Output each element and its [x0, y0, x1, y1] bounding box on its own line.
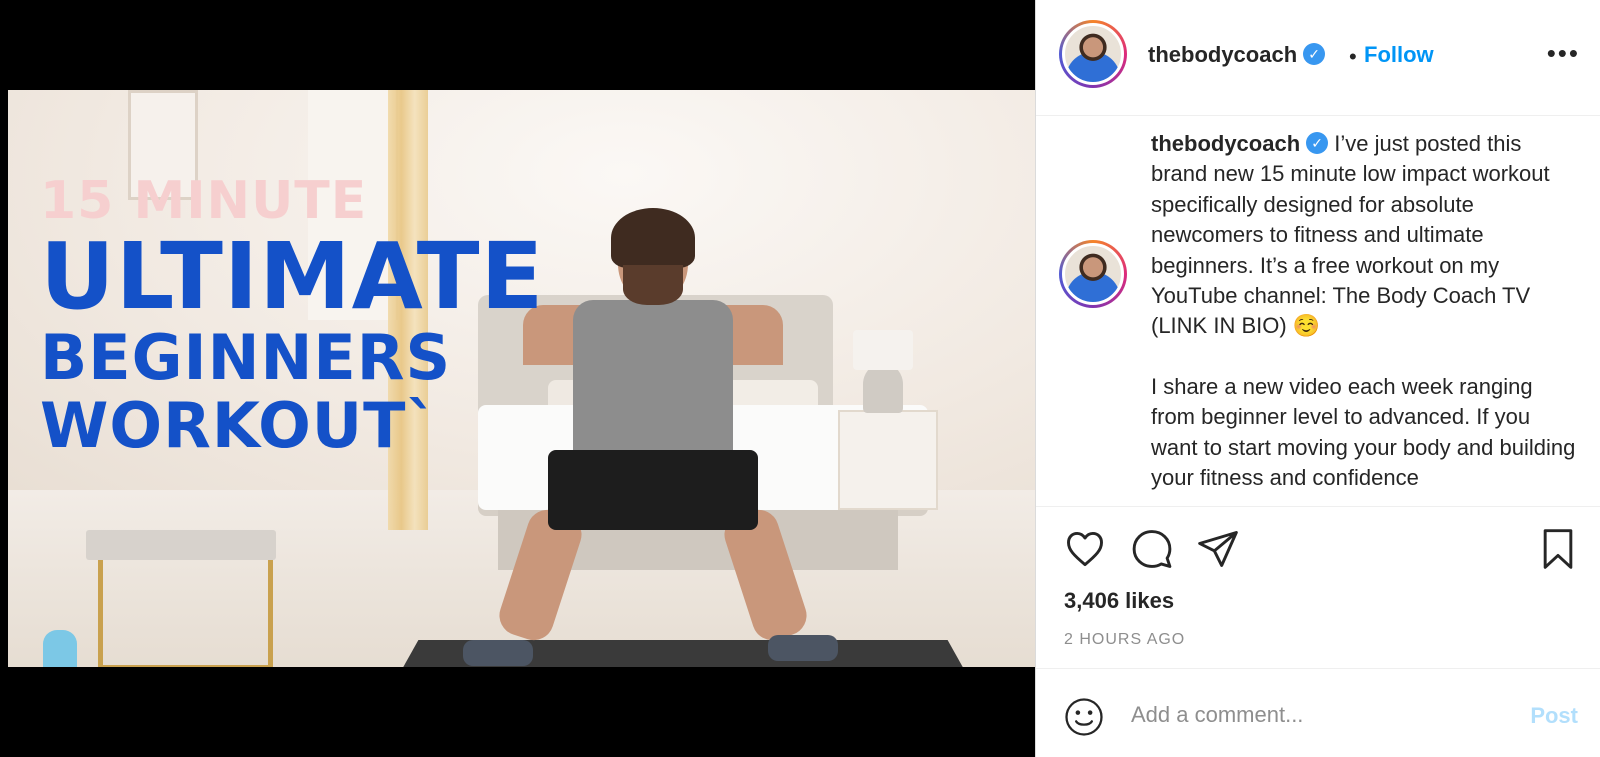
thumbnail-title-line: 15 MINUTE: [40, 171, 368, 231]
comment-input[interactable]: [1131, 693, 1501, 737]
smiley-icon: [1065, 698, 1103, 736]
thumbnail-title-line: WORKOUT`: [40, 389, 439, 462]
emoji-button[interactable]: [1063, 696, 1105, 738]
action-bar: [1036, 515, 1600, 575]
caption-username[interactable]: thebodycoach: [1151, 131, 1300, 156]
lamp-shade: [853, 330, 913, 370]
thumbnail-title-line: ULTIMATE: [40, 223, 545, 330]
avatar-image: [1062, 23, 1124, 85]
comment-bar: Post: [1036, 668, 1600, 757]
torso: [573, 300, 733, 460]
post-header: thebodycoach • Follow •••: [1036, 0, 1600, 116]
avatar[interactable]: [1059, 20, 1127, 88]
speech-bubble-icon: [1132, 530, 1172, 568]
instagram-post: 15 MINUTE ULTIMATE BEGINNERS WORKOUT` th…: [0, 0, 1600, 757]
lamp-base: [863, 365, 903, 413]
like-button[interactable]: [1063, 527, 1107, 571]
caption-scroll-area[interactable]: thebodycoach I’ve just posted this brand…: [1036, 117, 1600, 507]
avatar[interactable]: [1059, 240, 1127, 308]
more-options-button[interactable]: •••: [1547, 38, 1580, 69]
separator-dot: •: [1349, 44, 1357, 69]
follow-button[interactable]: Follow: [1364, 42, 1434, 68]
caption-paragraph: I share a new video each week ranging fr…: [1151, 372, 1581, 494]
thumbnail-title-line: BEGINNERS: [40, 321, 452, 394]
bookmark-icon: [1543, 529, 1573, 569]
like-count[interactable]: 3,406 likes: [1064, 588, 1174, 614]
post-timestamp[interactable]: 2 HOURS AGO: [1064, 631, 1185, 649]
username-text: thebodycoach: [1148, 42, 1298, 67]
comment-button[interactable]: [1130, 527, 1174, 571]
verified-badge-icon: [1306, 132, 1329, 154]
video-thumbnail[interactable]: 15 MINUTE ULTIMATE BEGINNERS WORKOUT`: [8, 90, 1035, 667]
header-username[interactable]: thebodycoach: [1148, 42, 1326, 68]
share-button[interactable]: [1196, 527, 1240, 571]
post-media[interactable]: 15 MINUTE ULTIMATE BEGINNERS WORKOUT`: [0, 0, 1035, 757]
heart-icon: [1067, 531, 1103, 567]
beard: [623, 265, 683, 305]
caption-paragraph: thebodycoach I’ve just posted this brand…: [1151, 129, 1581, 342]
verified-badge-icon: [1303, 43, 1326, 65]
thumbnail-title: 15 MINUTE ULTIMATE BEGINNERS WORKOUT`: [40, 175, 544, 457]
water-bottle: [43, 630, 77, 667]
avatar-image: [1062, 243, 1124, 305]
hair: [611, 208, 695, 268]
save-button[interactable]: [1536, 527, 1580, 571]
post-comment-button[interactable]: Post: [1530, 703, 1578, 729]
shoe: [768, 635, 838, 661]
stool-legs: [98, 560, 273, 667]
caption: thebodycoach I’ve just posted this brand…: [1151, 129, 1581, 506]
stool: [86, 530, 276, 560]
caption-text: I share a new video each week ranging fr…: [1151, 373, 1576, 491]
paper-plane-icon: [1198, 531, 1238, 567]
shoe: [463, 640, 533, 666]
caption-text: I’ve just posted this brand new 15 minut…: [1151, 131, 1550, 339]
post-sidebar: thebodycoach • Follow ••• thebodycoach I…: [1035, 0, 1600, 757]
shorts: [548, 450, 758, 530]
nightstand: [838, 410, 938, 510]
